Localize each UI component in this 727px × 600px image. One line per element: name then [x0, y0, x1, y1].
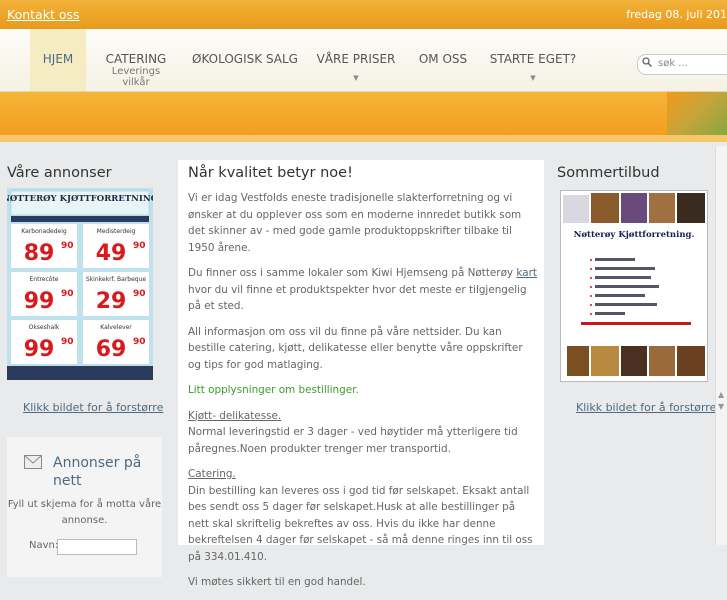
- offer-price: 89: [24, 241, 55, 266]
- nav-item-starte-eget[interactable]: STARTE EGET? ▼: [486, 29, 580, 91]
- offer-cents: 90: [61, 241, 74, 251]
- catering-text: Din bestilling kan leveres oss i god tid…: [188, 484, 533, 563]
- location-text-end: hvor du vil finne et produktspekter hvor…: [188, 283, 527, 313]
- nav-label: CATERING: [105, 52, 167, 66]
- main-navigation: HJEM CATERING Leverings vilkår ØKOLOGISK…: [0, 29, 727, 92]
- summer-flyer: Nøtterøy Kjøttforretning.: [561, 191, 707, 381]
- offer-name: Skinkekrf. Barbeque: [86, 276, 147, 283]
- scrollbar[interactable]: ▲ ▼: [715, 146, 727, 545]
- scroll-up-arrow[interactable]: ▲: [718, 390, 724, 399]
- intro-paragraph: Vi er idag Vestfolds eneste tradisjonell…: [188, 192, 522, 254]
- summer-title: Sommertilbud: [557, 165, 660, 181]
- nav-label: ØKOLOGISK SALG: [192, 52, 298, 66]
- chevron-down-icon: ▼: [353, 74, 359, 82]
- top-bar: Kontakt oss fredag 08. juli 201: [0, 0, 727, 29]
- offer-name: Medisterdeig: [97, 228, 136, 235]
- search-icon: [642, 57, 652, 67]
- catering-heading: Catering.: [188, 468, 236, 480]
- kjott-text: Normal leveringstid er 3 dager - ved høy…: [188, 426, 518, 455]
- nav-sublabel[interactable]: Leverings vilkår: [100, 66, 172, 88]
- catering-section: Catering. Din bestilling kan leveres oss …: [188, 466, 538, 565]
- offer-price: 29: [96, 289, 127, 314]
- info-paragraph: All informasjon om oss vil du finne på v…: [188, 325, 523, 371]
- nav-item-vare-priser[interactable]: VÅRE PRISER ▼: [313, 29, 399, 91]
- nav-item-hjem[interactable]: HJEM: [30, 29, 86, 91]
- annonser-text: Fyll ut skjema for å motta våre annonse.: [7, 499, 162, 526]
- kjott-section: Kjøtt- delikatesse. Normal leveringstid e…: [188, 408, 538, 458]
- ad-header: NØTTERØY KJØTTFORRETNING: [7, 193, 153, 204]
- offer-cents: 90: [61, 337, 74, 347]
- name-label: Navn:: [29, 540, 59, 551]
- search-input[interactable]: søk ...: [637, 54, 727, 75]
- offer-name: Entrecôte: [30, 276, 59, 283]
- ad-image[interactable]: NØTTERØY KJØTTFORRETNING Karbonadedeig 89…: [7, 188, 153, 380]
- offer-name: Karbonadedeig: [21, 228, 67, 235]
- nav-label: HJEM: [42, 52, 74, 66]
- flyer-title: Nøtterøy Kjøttforretning.: [574, 230, 695, 240]
- location-text: Du finner oss i samme lokaler som Kiwi H…: [188, 267, 517, 279]
- offer-cents: 90: [133, 241, 146, 251]
- nav-label: VÅRE PRISER: [316, 52, 396, 66]
- summer-offer-image[interactable]: Nøtterøy Kjøttforretning.: [560, 190, 708, 382]
- offer-price: 69: [96, 337, 127, 362]
- closing-paragraph: Vi møtes sikkert til en god handel.: [188, 576, 366, 588]
- offer-cents: 90: [133, 337, 146, 347]
- scroll-down-arrow[interactable]: ▼: [718, 402, 724, 411]
- ad-flyer: NØTTERØY KJØTTFORRETNING Karbonadedeig 89…: [7, 188, 153, 380]
- chevron-down-icon: ▼: [530, 74, 536, 82]
- name-field[interactable]: [57, 539, 137, 555]
- offer-price: 49: [96, 241, 127, 266]
- nav-item-okologisk-salg[interactable]: ØKOLOGISK SALG: [192, 29, 298, 91]
- map-link[interactable]: kart: [516, 267, 537, 279]
- header-banner: [0, 92, 727, 142]
- contact-link[interactable]: Kontakt oss: [7, 7, 80, 22]
- annonser-pa-nett-box: Annonser på nett Fyll ut skjema for å mo…: [7, 437, 162, 577]
- offer-price: 99: [24, 337, 55, 362]
- offer-price: 99: [24, 289, 55, 314]
- main-content: Når kvalitet betyr noe! Vi er idag Vestf…: [178, 160, 544, 588]
- ads-title: Våre annonser: [7, 165, 112, 181]
- content-body: Vi er idag Vestfolds eneste tradisjonell…: [188, 190, 538, 600]
- offer-name: Okseshalk: [29, 324, 60, 331]
- page-title: Når kvalitet betyr noe!: [188, 165, 353, 181]
- kjott-heading: Kjøtt- delikatesse.: [188, 409, 282, 422]
- search-placeholder: søk ...: [658, 58, 688, 69]
- offer-name: Kalvelever: [100, 324, 132, 331]
- location-paragraph: Du finner oss i samme lokaler som Kiwi H…: [188, 265, 538, 315]
- nav-label: OM OSS: [418, 52, 468, 66]
- annonser-title: Annonser på nett: [53, 455, 142, 489]
- nav-item-om-oss[interactable]: OM OSS: [413, 29, 473, 91]
- nav-label: STARTE EGET?: [489, 52, 577, 66]
- banner-strip: [0, 135, 727, 142]
- order-info-heading: Litt opplysninger om bestillinger.: [188, 384, 359, 396]
- nav-item-catering[interactable]: CATERING Leverings vilkår: [100, 29, 172, 91]
- offer-cents: 90: [61, 289, 74, 299]
- ads-enlarge-link[interactable]: Klikk bildet for å forstørre: [23, 401, 163, 414]
- offer-cents: 90: [133, 289, 146, 299]
- mail-icon: [24, 455, 42, 469]
- date-text: fredag 08. juli 201: [626, 8, 727, 21]
- summer-enlarge-link[interactable]: Klikk bildet for å forstørre: [576, 401, 716, 414]
